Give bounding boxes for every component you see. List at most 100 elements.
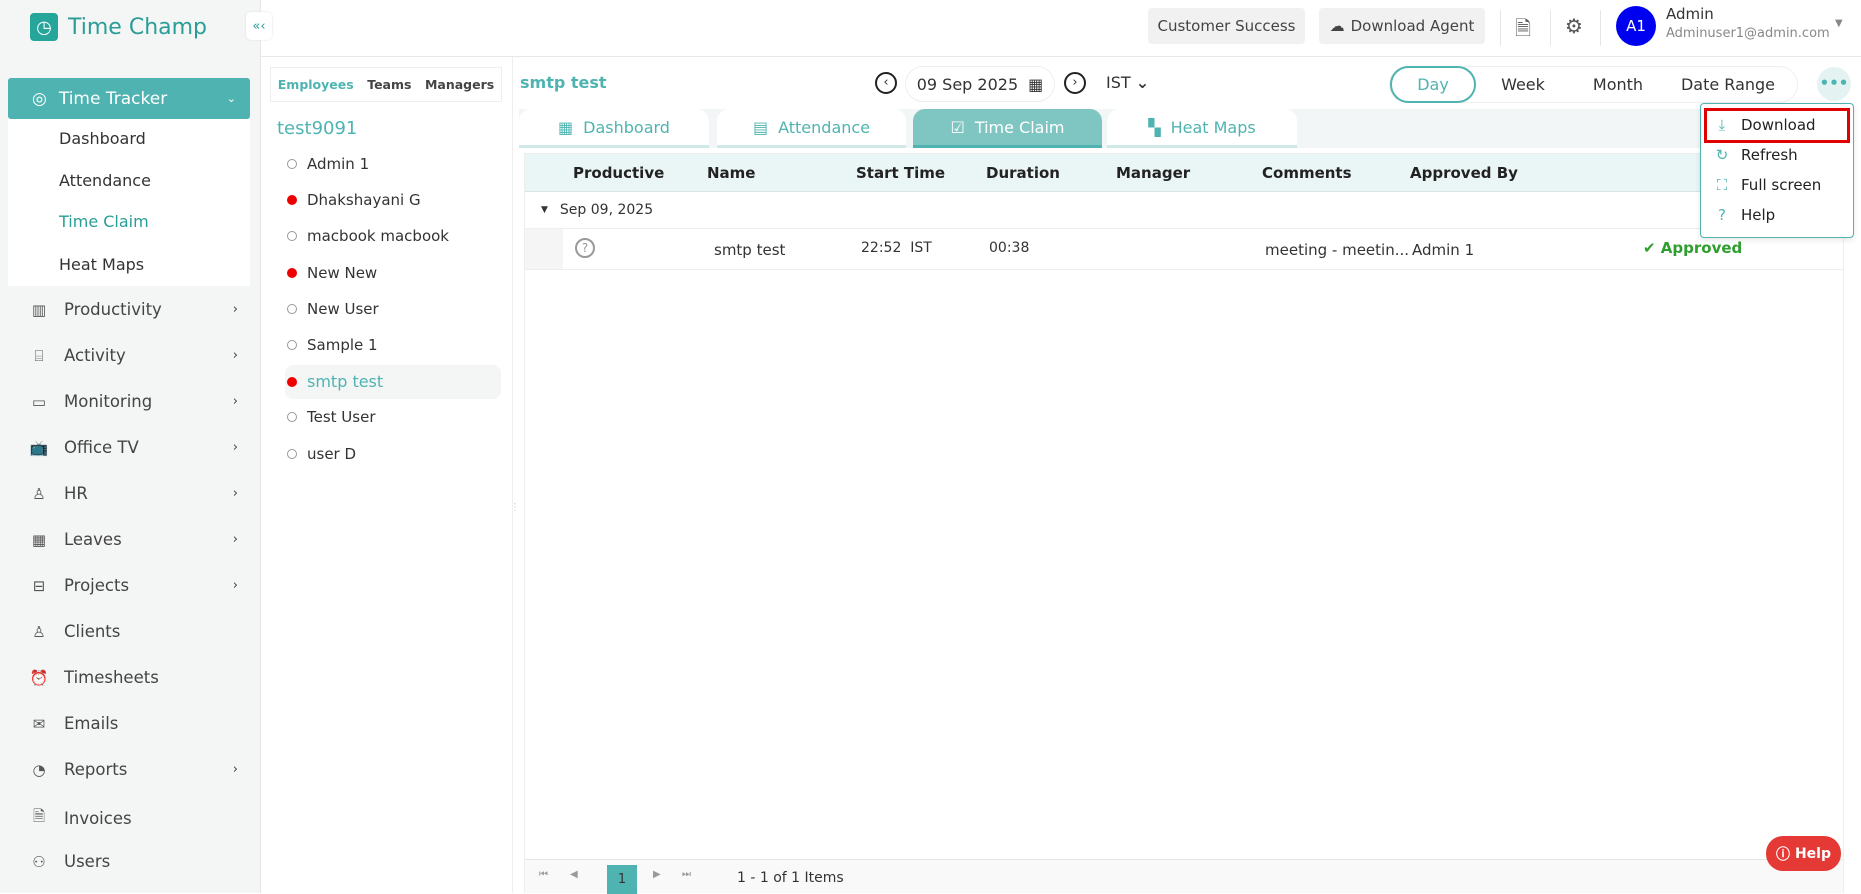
last-page-icon[interactable]: ⏭ bbox=[682, 869, 691, 880]
table-row[interactable]: ? smtp test 22:52 IST 00:38 meeting - me… bbox=[525, 229, 1843, 270]
chevron-right-icon: › bbox=[232, 578, 238, 593]
employee-item[interactable]: Admin 1 bbox=[287, 155, 369, 173]
users-icon: ⚇ bbox=[32, 852, 46, 871]
more-options-menu: ⤓ Download ↻ Refresh ⛶ Full screen ? Help bbox=[1700, 103, 1854, 238]
col-comments[interactable]: Comments bbox=[1262, 154, 1352, 192]
gear-icon[interactable]: ⚙ bbox=[1565, 14, 1583, 38]
customer-success-button[interactable]: Customer Success bbox=[1148, 8, 1305, 44]
employee-item[interactable]: macbook macbook bbox=[287, 227, 449, 245]
sidebar-item-emails[interactable]: ✉ Emails bbox=[28, 714, 238, 733]
menu-download[interactable]: ⤓ Download bbox=[1715, 116, 1816, 134]
sidebar-item-office-tv[interactable]: 📺 Office TV › bbox=[28, 438, 238, 457]
download-agent-button[interactable]: ☁ Download Agent bbox=[1319, 8, 1485, 44]
logo[interactable]: ◷ Time Champ bbox=[30, 13, 207, 41]
chevron-right-icon: › bbox=[232, 486, 238, 501]
sidebar-sub-dashboard[interactable]: Dashboard bbox=[59, 129, 146, 148]
col-productive[interactable]: Productive bbox=[573, 154, 664, 192]
ticket-icon: ⌸ bbox=[34, 346, 44, 365]
check-icon: ✔ bbox=[1643, 239, 1661, 257]
user-menu-caret-icon[interactable]: ▼ bbox=[1835, 18, 1843, 29]
employee-item[interactable]: Test User bbox=[287, 408, 376, 426]
chevron-right-icon: › bbox=[232, 302, 238, 317]
tab-employees[interactable]: Employees bbox=[278, 77, 354, 92]
employee-item[interactable]: Sample 1 bbox=[287, 336, 378, 354]
col-approved-by[interactable]: Approved By bbox=[1410, 154, 1518, 192]
help-button[interactable]: ⓘ Help bbox=[1766, 836, 1841, 871]
client-icon: ♙ bbox=[32, 622, 46, 641]
sidebar-item-users[interactable]: ⚇ Users bbox=[28, 852, 238, 871]
status-dot-icon bbox=[287, 303, 297, 314]
range-day[interactable]: Day bbox=[1390, 66, 1476, 103]
tab-heat-maps[interactable]: ▚ Heat Maps bbox=[1107, 109, 1297, 148]
more-options-button[interactable]: ••• bbox=[1817, 67, 1851, 101]
sidebar-item-productivity[interactable]: ▥ Productivity › bbox=[28, 300, 238, 319]
first-page-icon[interactable]: ⏮ bbox=[539, 869, 548, 880]
employee-item[interactable]: Dhakshayani G bbox=[287, 191, 421, 209]
pagination: ⏮ ◀ 1 ▶ ⏭ 1 - 1 of 1 Items bbox=[525, 859, 1843, 894]
sidebar-item-hr[interactable]: ♙ HR › bbox=[28, 484, 238, 503]
fullscreen-icon: ⛶ bbox=[1716, 176, 1728, 194]
next-page-icon[interactable]: ▶ bbox=[653, 869, 661, 880]
sidebar-item-projects[interactable]: ⊟ Projects › bbox=[28, 576, 238, 595]
resize-handle[interactable]: ⋮ bbox=[510, 503, 520, 513]
prev-page-icon[interactable]: ◀ bbox=[570, 869, 578, 880]
date-picker[interactable]: 09 Sep 2025 ▦ bbox=[905, 66, 1055, 102]
cloud-download-icon: ☁ bbox=[1329, 17, 1345, 35]
status-badge: ✔ Approved bbox=[1643, 239, 1743, 257]
status-dot-icon bbox=[287, 267, 297, 278]
sidebar-item-reports[interactable]: ◔ Reports › bbox=[28, 760, 238, 779]
tab-attendance[interactable]: ▤ Attendance bbox=[717, 109, 906, 148]
timezone-select[interactable]: IST ⌄ bbox=[1106, 73, 1149, 92]
person-icon: ♙ bbox=[32, 484, 46, 503]
briefcase-icon: ⊟ bbox=[32, 576, 46, 595]
sidebar-item-time-tracker[interactable]: ◎ Time Tracker ⌄ bbox=[8, 78, 250, 119]
prev-date-button[interactable]: ‹ bbox=[875, 72, 897, 94]
group-row[interactable]: ▼ Sep 09, 2025 bbox=[525, 192, 1843, 229]
status-dot-icon bbox=[287, 231, 297, 242]
tab-time-claim[interactable]: ☑ Time Claim bbox=[913, 109, 1102, 148]
tab-dashboard[interactable]: ▦ Dashboard bbox=[519, 109, 709, 148]
col-start-time[interactable]: Start Time bbox=[856, 154, 945, 192]
sidebar-item-invoices[interactable]: 🗎 Invoices bbox=[28, 806, 238, 831]
user-name: Admin bbox=[1666, 5, 1714, 23]
tab-managers[interactable]: Managers bbox=[425, 77, 494, 92]
cell-comments: meeting - meetin... bbox=[1265, 241, 1410, 259]
menu-help[interactable]: ? Help bbox=[1715, 206, 1775, 224]
col-manager[interactable]: Manager bbox=[1116, 154, 1190, 192]
menu-refresh[interactable]: ↻ Refresh bbox=[1715, 146, 1798, 164]
status-dot-icon bbox=[287, 159, 297, 169]
page-1-button[interactable]: 1 bbox=[607, 865, 637, 894]
sidebar-sub-time-claim[interactable]: Time Claim bbox=[59, 212, 149, 231]
alarm-clock-icon: ⏰ bbox=[29, 668, 49, 687]
employee-item[interactable]: user D bbox=[287, 445, 356, 463]
employee-item[interactable]: New User bbox=[287, 300, 379, 318]
heat-map-icon: ▚ bbox=[1148, 117, 1161, 137]
menu-full-screen[interactable]: ⛶ Full screen bbox=[1715, 176, 1822, 194]
col-duration[interactable]: Duration bbox=[986, 154, 1060, 192]
monitor-icon: ▭ bbox=[31, 392, 47, 411]
next-date-button[interactable]: › bbox=[1064, 72, 1086, 94]
document-icon[interactable]: 🗎 bbox=[1515, 14, 1531, 48]
range-month[interactable]: Month bbox=[1570, 75, 1666, 94]
tv-icon: 📺 bbox=[29, 438, 49, 457]
range-date-range[interactable]: Date Range bbox=[1666, 75, 1790, 94]
user-email: Adminuser1@admin.com bbox=[1666, 26, 1830, 41]
sidebar-item-timesheets[interactable]: ⏰ Timesheets bbox=[28, 668, 238, 687]
sidebar-sub-attendance[interactable]: Attendance bbox=[59, 171, 151, 190]
employee-item[interactable]: New New bbox=[287, 264, 377, 282]
sidebar-sub-heat-maps[interactable]: Heat Maps bbox=[59, 255, 144, 274]
status-dot-icon bbox=[287, 376, 297, 387]
tab-teams[interactable]: Teams bbox=[367, 77, 411, 92]
col-name[interactable]: Name bbox=[707, 154, 755, 192]
sidebar-item-monitoring[interactable]: ▭ Monitoring › bbox=[28, 392, 238, 411]
page-summary: 1 - 1 of 1 Items bbox=[737, 870, 844, 886]
sidebar-item-leaves[interactable]: ▦ Leaves › bbox=[28, 530, 238, 549]
sidebar-item-clients[interactable]: ♙ Clients bbox=[28, 622, 238, 641]
productive-unknown-icon: ? bbox=[575, 238, 595, 258]
employee-item[interactable]: smtp test bbox=[287, 372, 383, 391]
chevron-right-icon: › bbox=[232, 762, 238, 777]
team-name[interactable]: test9091 bbox=[277, 118, 357, 139]
sidebar-item-activity[interactable]: ⌸ Activity › bbox=[28, 346, 238, 365]
range-week[interactable]: Week bbox=[1476, 75, 1570, 94]
avatar[interactable]: A1 bbox=[1616, 6, 1656, 46]
